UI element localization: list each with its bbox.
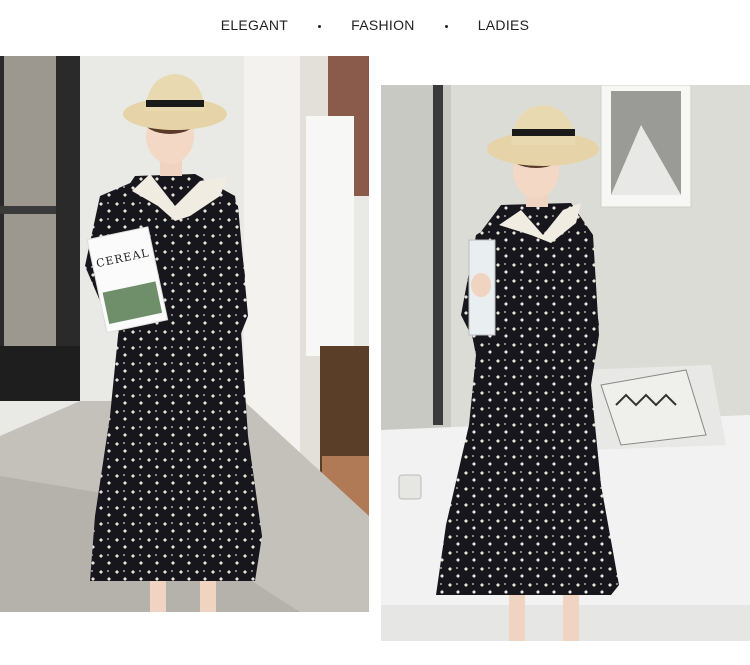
tagline-word-elegant: ELEGANT [220, 17, 289, 33]
separator-dot [318, 24, 322, 28]
photo-left-scene: CEREAL [0, 56, 369, 612]
product-photo-right [381, 85, 750, 641]
product-photo-left: CEREAL [0, 56, 369, 612]
header-tagline: ELEGANT FASHION LADIES [0, 0, 750, 50]
tagline-word-ladies: LADIES [477, 17, 530, 33]
photo-right-scene [381, 85, 750, 641]
tagline-word-fashion: FASHION [351, 17, 415, 33]
separator-dot [444, 24, 448, 28]
